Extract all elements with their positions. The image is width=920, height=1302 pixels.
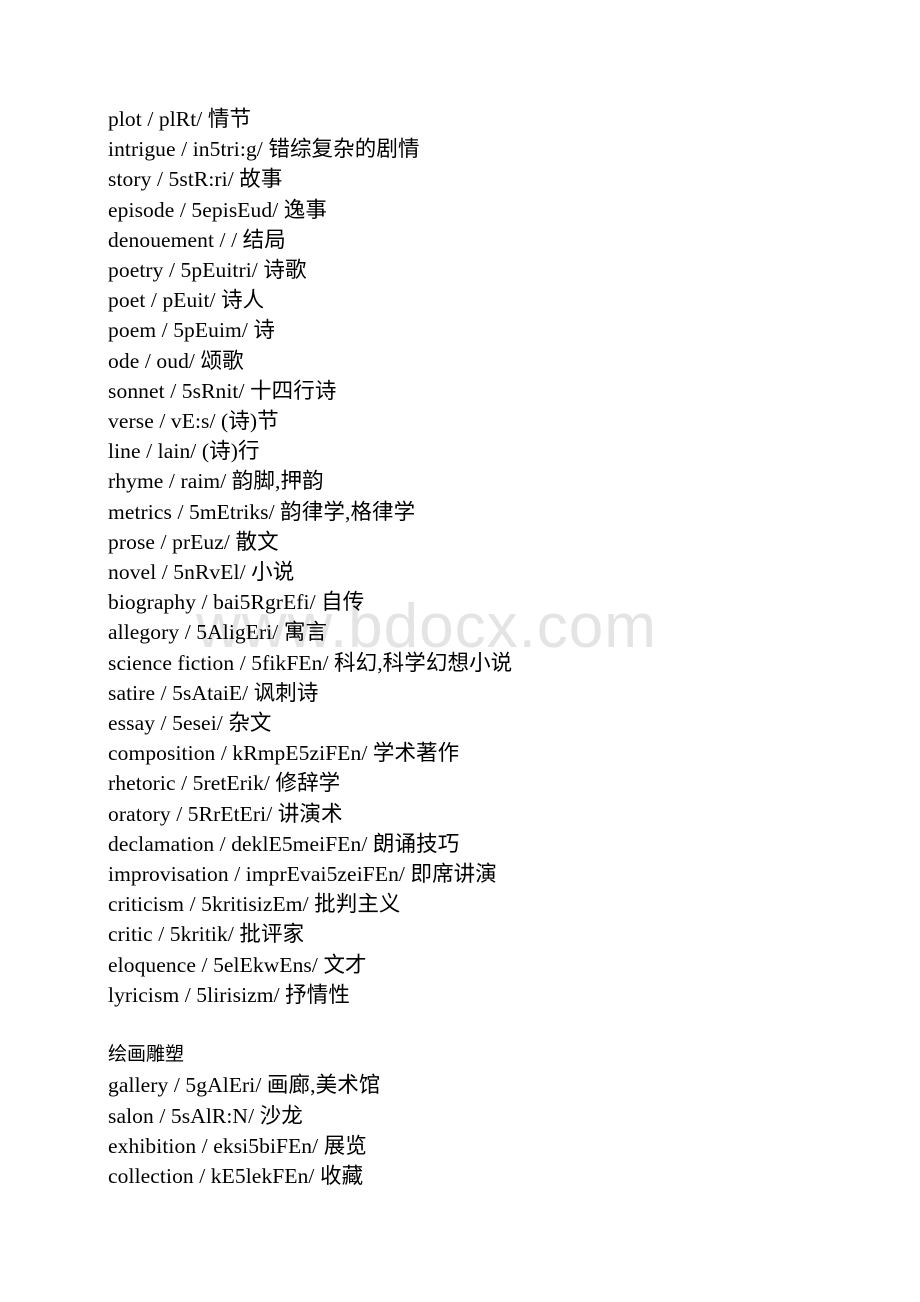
vocabulary-entry: oratory / 5RrEtEri/ 讲演术 <box>108 801 343 826</box>
vocabulary-entry: novel / 5nRvEl/ 小说 <box>108 560 295 585</box>
vocabulary-entry: eloquence / 5elEkwEns/ 文才 <box>108 952 367 977</box>
vocabulary-entry: sonnet / 5sRnit/ 十四行诗 <box>108 378 337 403</box>
vocabulary-entry: declamation / deklE5meiFEn/ 朗诵技巧 <box>108 831 460 856</box>
vocabulary-entry: poem / 5pEuim/ 诗 <box>108 318 276 343</box>
vocabulary-section-painting-sculpture: gallery / 5gAlEri/ 画廊,美术馆 salon / 5sAlR:… <box>108 1070 868 1191</box>
vocabulary-entry: verse / vE:s/ (诗)节 <box>108 409 279 434</box>
vocabulary-section-literature: plot / plRt/ 情节 intrigue / in5tri:g/ 错综复… <box>108 104 868 1010</box>
vocabulary-entry: line / lain/ (诗)行 <box>108 439 260 464</box>
vocabulary-entry: poetry / 5pEuitri/ 诗歌 <box>108 258 307 283</box>
vocabulary-entry: story / 5stR:ri/ 故事 <box>108 167 283 192</box>
vocabulary-entry: prose / prEuz/ 散文 <box>108 529 279 554</box>
vocabulary-entry: collection / kE5lekFEn/ 收藏 <box>108 1164 364 1189</box>
vocabulary-entry: composition / kRmpE5ziFEn/ 学术著作 <box>108 741 460 766</box>
vocabulary-entry: salon / 5sAlR:N/ 沙龙 <box>108 1103 303 1128</box>
vocabulary-entry: improvisation / imprEvai5zeiFEn/ 即席讲演 <box>108 862 497 887</box>
vocabulary-entry: metrics / 5mEtriks/ 韵律学,格律学 <box>108 499 416 524</box>
document-page: www.bdocx.com plot / plRt/ 情节 intrigue /… <box>0 0 920 1302</box>
vocabulary-entry: ode / oud/ 颂歌 <box>108 348 244 373</box>
vocabulary-entry: rhyme / raim/ 韵脚,押韵 <box>108 469 324 494</box>
vocabulary-entry: denouement / / 结局 <box>108 227 286 252</box>
vocabulary-entry: plot / plRt/ 情节 <box>108 107 252 131</box>
vocabulary-entry: critic / 5kritik/ 批评家 <box>108 922 305 947</box>
blank-separator-line <box>108 1010 868 1040</box>
document-content: plot / plRt/ 情节 intrigue / in5tri:g/ 错综复… <box>108 104 868 1191</box>
vocabulary-entry: episode / 5episEud/ 逸事 <box>108 197 327 222</box>
vocabulary-entry: lyricism / 5lirisizm/ 抒情性 <box>108 982 350 1007</box>
vocabulary-entry: gallery / 5gAlEri/ 画廊,美术馆 <box>108 1073 381 1098</box>
vocabulary-entry: exhibition / eksi5biFEn/ 展览 <box>108 1133 367 1158</box>
vocabulary-entry: science fiction / 5fikFEn/ 科幻,科学幻想小说 <box>108 650 513 675</box>
vocabulary-entry: satire / 5sAtaiE/ 讽刺诗 <box>108 680 319 705</box>
vocabulary-entry: poet / pEuit/ 诗人 <box>108 288 265 313</box>
vocabulary-entry: allegory / 5AligEri/ 寓言 <box>108 620 328 645</box>
vocabulary-entry: biography / bai5RgrEfi/ 自传 <box>108 590 365 615</box>
vocabulary-entry: intrigue / in5tri:g/ 错综复杂的剧情 <box>108 137 420 162</box>
vocabulary-entry: criticism / 5kritisizEm/ 批判主义 <box>108 892 401 917</box>
vocabulary-entry: rhetoric / 5retErik/ 修辞学 <box>108 771 341 796</box>
section-heading-painting-sculpture: 绘画雕塑 <box>108 1044 185 1066</box>
vocabulary-entry: essay / 5esei/ 杂文 <box>108 711 272 736</box>
